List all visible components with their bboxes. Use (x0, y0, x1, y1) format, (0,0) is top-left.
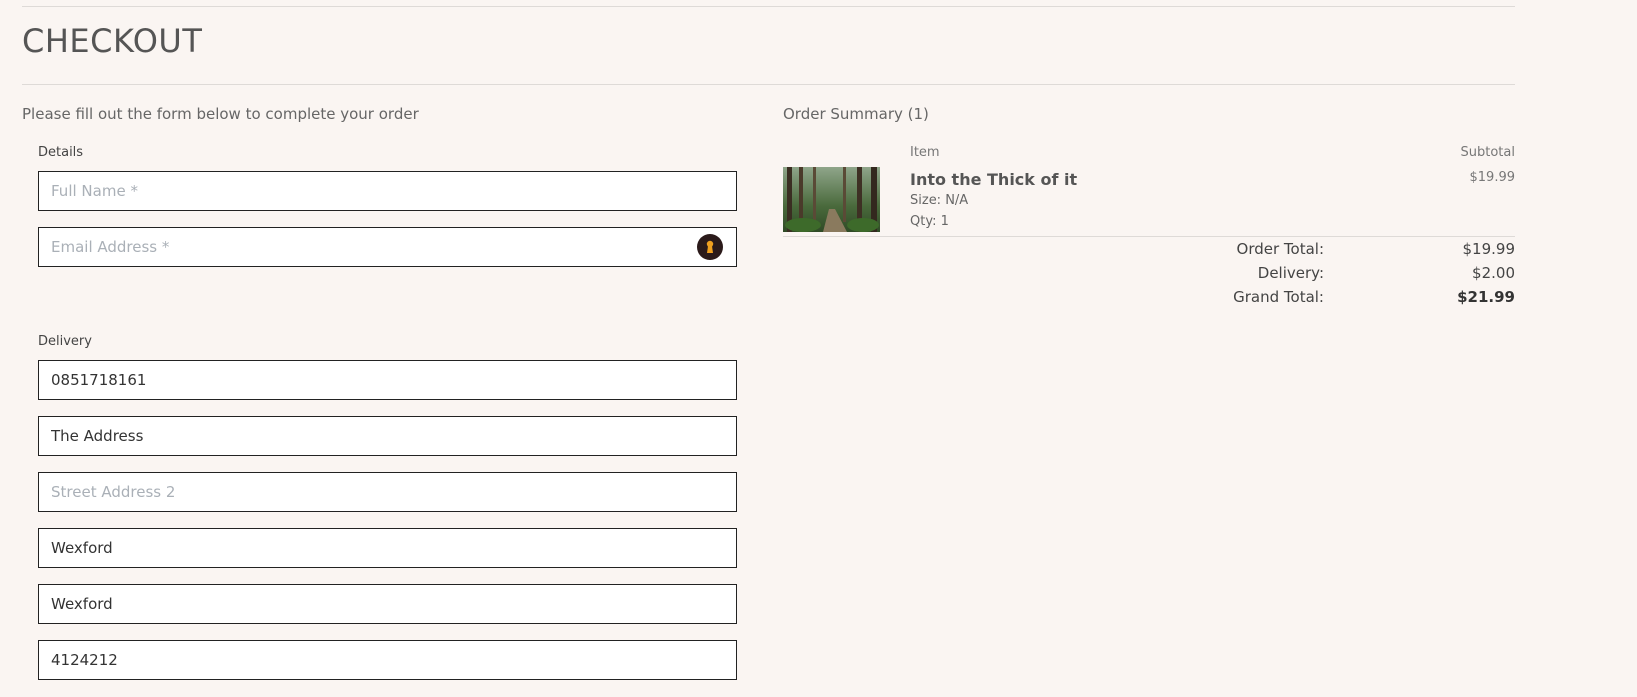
phone-field[interactable] (38, 360, 737, 400)
delivery-label: Delivery (38, 334, 92, 349)
product-size: Size: N/A (910, 193, 969, 208)
postcode-field[interactable] (38, 640, 737, 680)
grand-total-value: $21.99 (1457, 288, 1515, 306)
checkout-page: CHECKOUT Please fill out the form below … (0, 0, 1637, 697)
email-field[interactable] (38, 227, 737, 267)
product-qty: Qty: 1 (910, 214, 949, 229)
title-divider (22, 84, 1515, 85)
summary-divider (783, 236, 1515, 237)
delivery-cost-value: $2.00 (1472, 264, 1515, 282)
subtotal-column-header: Subtotal (1460, 145, 1515, 160)
delivery-cost-label: Delivery: (1257, 264, 1324, 282)
form-intro: Please fill out the form below to comple… (22, 105, 419, 123)
keyhole-icon[interactable] (697, 234, 723, 260)
order-total-label: Order Total: (1236, 240, 1324, 258)
town-field[interactable] (38, 528, 737, 568)
top-divider (22, 6, 1515, 7)
full-name-field[interactable] (38, 171, 737, 211)
product-subtotal: $19.99 (1469, 170, 1516, 185)
street-address-2-field[interactable] (38, 472, 737, 512)
page-title: CHECKOUT (22, 22, 203, 60)
product-image[interactable] (783, 167, 880, 232)
street-address-1-field[interactable] (38, 416, 737, 456)
item-column-header: Item (910, 145, 940, 160)
county-field[interactable] (38, 584, 737, 624)
order-total-value: $19.99 (1462, 240, 1516, 258)
details-label: Details (38, 145, 84, 160)
product-name[interactable]: Into the Thick of it (910, 170, 1077, 189)
grand-total-label: Grand Total: (1233, 288, 1324, 306)
order-summary-title: Order Summary (1) (783, 105, 929, 123)
